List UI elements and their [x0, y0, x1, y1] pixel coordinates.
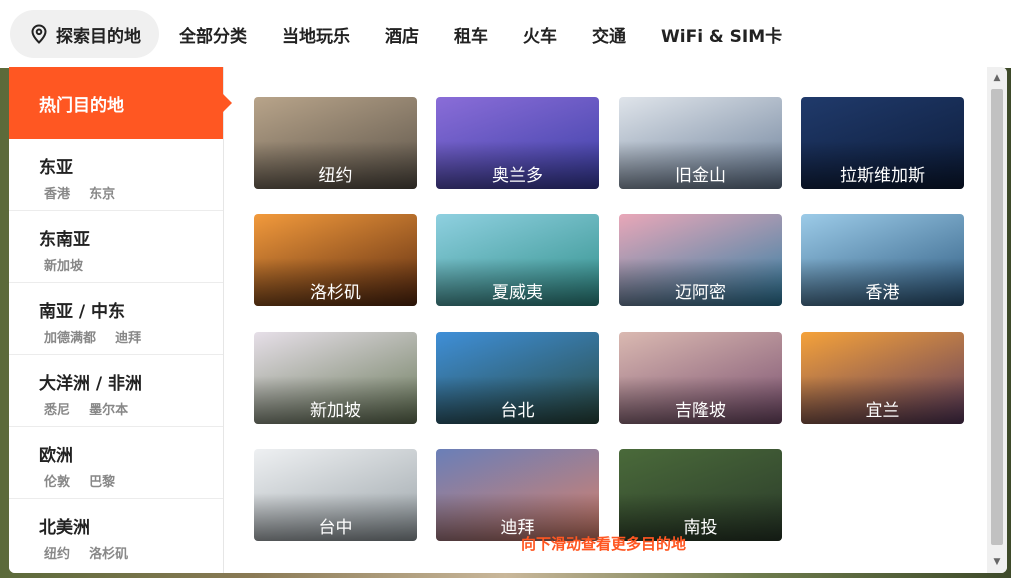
nav-all-categories[interactable]: 全部分类 — [179, 22, 247, 47]
destination-card[interactable]: 吉隆坡 — [619, 332, 782, 424]
destination-card[interactable]: 台中 — [254, 449, 417, 541]
destination-card[interactable]: 台北 — [436, 332, 599, 424]
destination-card[interactable]: 新加坡 — [254, 332, 417, 424]
explore-destinations-label: 探索目的地 — [56, 26, 141, 47]
destination-card[interactable]: 奥兰多 — [436, 97, 599, 189]
sidebar-item-north-america[interactable]: 北美洲 纽约 洛杉矶 — [9, 499, 223, 571]
destination-name: 拉斯维加斯 — [840, 166, 925, 186]
destination-name: 迈阿密 — [675, 283, 726, 303]
city-link[interactable]: 悉尼 — [44, 403, 70, 418]
nav-wifi-sim[interactable]: WiFi & SIM卡 — [661, 22, 782, 47]
destination-name: 新加坡 — [310, 401, 361, 421]
destination-name: 香港 — [865, 283, 900, 303]
region-label: 南亚 / 中东 — [39, 302, 126, 322]
destination-card[interactable]: 拉斯维加斯 — [801, 97, 964, 189]
nav-trains[interactable]: 火车 — [523, 22, 557, 47]
city-link[interactable]: 迪拜 — [115, 331, 141, 346]
city-link[interactable]: 墨尔本 — [89, 403, 128, 418]
sidebar-item-east-asia[interactable]: 东亚 香港 东京 — [9, 139, 223, 211]
top-navigation: 探索目的地 全部分类 当地玩乐 酒店 租车 火车 交通 WiFi & SIM卡 — [0, 0, 1011, 68]
destination-card[interactable]: 南投 — [619, 449, 782, 541]
destination-card[interactable]: 迈阿密 — [619, 214, 782, 306]
nav-transport[interactable]: 交通 — [592, 22, 626, 47]
destination-card[interactable]: 旧金山 — [619, 97, 782, 189]
scroll-up-arrow-icon[interactable]: ▲ — [987, 69, 1007, 87]
city-link[interactable]: 新加坡 — [44, 259, 83, 274]
city-link[interactable]: 加德满都 — [44, 331, 96, 346]
destination-card[interactable]: 纽约 — [254, 97, 417, 189]
destination-card[interactable]: 迪拜 — [436, 449, 599, 541]
destination-card[interactable]: 夏威夷 — [436, 214, 599, 306]
city-link[interactable]: 东京 — [89, 187, 115, 202]
location-pin-icon — [31, 24, 47, 44]
destination-card[interactable]: 宜兰 — [801, 332, 964, 424]
sidebar-item-oceania-africa[interactable]: 大洋洲 / 非洲 悉尼 墨尔本 — [9, 355, 223, 427]
nav-car-rental[interactable]: 租车 — [454, 22, 488, 47]
destination-name: 台北 — [500, 401, 535, 421]
city-link[interactable]: 巴黎 — [89, 475, 115, 490]
destination-name: 台中 — [318, 518, 353, 538]
destination-name: 宜兰 — [865, 401, 900, 421]
region-sidebar: 热门目的地 东亚 香港 东京 东南亚 新加坡 南亚 / 中东 加德满都 迪拜 大… — [9, 67, 232, 573]
scroll-more-hint: 向下滑动查看更多目的地 — [521, 535, 687, 553]
explore-destinations-button[interactable]: 探索目的地 — [10, 10, 159, 58]
sidebar-item-popular[interactable]: 热门目的地 — [9, 67, 232, 139]
scrollbar-thumb[interactable] — [991, 89, 1003, 545]
sidebar-item-south-asia-middle-east[interactable]: 南亚 / 中东 加德满都 迪拜 — [9, 283, 223, 355]
scroll-down-arrow-icon[interactable]: ▼ — [987, 553, 1007, 571]
destination-name: 洛杉矶 — [310, 283, 361, 303]
destination-card[interactable]: 香港 — [801, 214, 964, 306]
city-link[interactable]: 纽约 — [44, 547, 70, 562]
city-link[interactable]: 洛杉矶 — [89, 547, 128, 562]
destination-card[interactable]: 洛杉矶 — [254, 214, 417, 306]
destination-name: 夏威夷 — [492, 283, 543, 303]
sidebar-item-southeast-asia[interactable]: 东南亚 新加坡 — [9, 211, 223, 283]
region-label: 东南亚 — [39, 230, 90, 250]
city-link[interactable]: 香港 — [44, 187, 70, 202]
region-label: 欧洲 — [39, 446, 73, 466]
destination-name: 纽约 — [318, 166, 353, 186]
destination-name: 旧金山 — [675, 166, 726, 186]
destination-name: 吉隆坡 — [675, 401, 726, 421]
nav-local-activities[interactable]: 当地玩乐 — [282, 22, 350, 47]
destination-name: 奥兰多 — [492, 166, 543, 186]
destination-dropdown: 热门目的地 东亚 香港 东京 东南亚 新加坡 南亚 / 中东 加德满都 迪拜 大… — [9, 67, 1007, 573]
region-label: 大洋洲 / 非洲 — [39, 374, 143, 394]
vertical-scrollbar[interactable]: ▲ ▼ — [987, 67, 1007, 573]
sidebar-item-europe[interactable]: 欧洲 伦敦 巴黎 — [9, 427, 223, 499]
nav-hotels[interactable]: 酒店 — [385, 22, 419, 47]
city-link[interactable]: 伦敦 — [44, 475, 70, 490]
region-label: 东亚 — [39, 158, 73, 178]
region-label: 北美洲 — [39, 518, 90, 538]
